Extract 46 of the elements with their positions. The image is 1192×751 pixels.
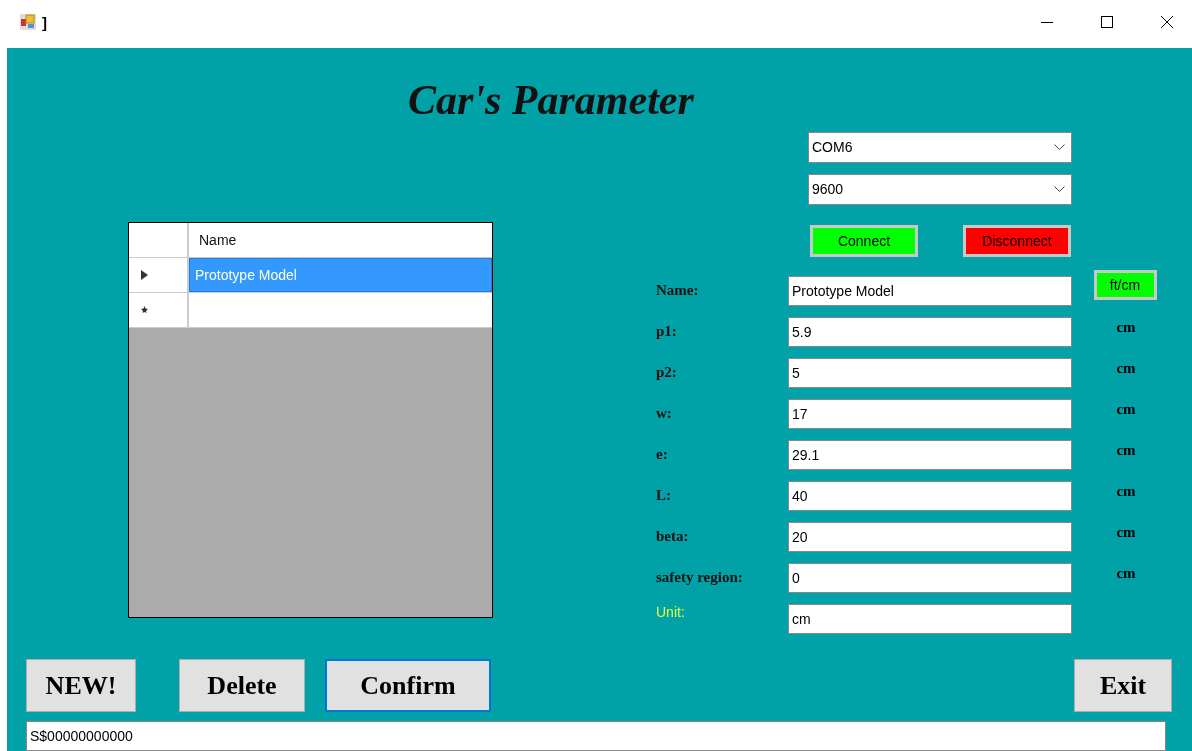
form-heading: Car's Parameter <box>408 75 694 124</box>
app-icon <box>20 14 36 30</box>
status-field[interactable]: S$00000000000 <box>26 721 1166 751</box>
field-label: p2: <box>656 364 678 382</box>
connect-button[interactable]: Connect <box>810 224 918 257</box>
field-label: Name: <box>656 282 700 300</box>
unit-label: cm <box>1116 401 1136 419</box>
chevron-down-icon <box>1054 186 1065 193</box>
text-field[interactable]: 20 <box>788 521 1072 552</box>
text-field[interactable]: Prototype Model <box>788 275 1072 306</box>
new-row-icon <box>141 306 148 314</box>
window-title: ] <box>42 13 47 31</box>
grid-cell[interactable] <box>189 292 492 327</box>
unit-label: cm <box>1116 442 1136 460</box>
text-field[interactable]: 5.9 <box>788 316 1072 347</box>
text-field[interactable]: 0 <box>788 562 1072 593</box>
unit-label: cm <box>1116 524 1136 542</box>
text-field[interactable]: 5 <box>788 357 1072 388</box>
unit-toggle-button[interactable]: ft/cm <box>1093 269 1157 300</box>
field-label: L: <box>656 487 672 505</box>
column-header: Name <box>189 222 492 257</box>
text-field[interactable]: 17 <box>788 398 1072 429</box>
disconnect-button[interactable]: Disconnect <box>963 224 1071 257</box>
field-label: beta: <box>656 528 690 546</box>
text-field[interactable]: 40 <box>788 480 1072 511</box>
unit-label: cm <box>1116 483 1136 501</box>
baud-dropdown[interactable]: 9600 <box>808 173 1072 205</box>
action-button[interactable]: Confirm <box>325 659 491 713</box>
maximize-icon[interactable] <box>1100 15 1114 29</box>
field-label: p1: <box>656 323 678 341</box>
row-pointer-icon <box>141 269 148 280</box>
unit-label: cm <box>1116 565 1136 583</box>
action-button[interactable]: Delete <box>179 659 305 713</box>
field-label: w: <box>656 405 673 423</box>
unit-label: cm <box>1116 360 1136 378</box>
close-icon[interactable] <box>1160 15 1174 29</box>
text-field[interactable]: 29.1 <box>788 439 1072 470</box>
field-label: e: <box>656 446 669 464</box>
exit-button[interactable]: Exit <box>1074 659 1172 713</box>
unit-label: cm <box>1116 319 1136 337</box>
action-button[interactable]: NEW! <box>26 659 136 713</box>
text-field[interactable]: cm <box>788 603 1072 634</box>
field-label: Unit: <box>656 603 686 620</box>
field-label: safety region: <box>656 569 744 587</box>
port-dropdown[interactable]: COM6 <box>808 131 1072 163</box>
chevron-down-icon <box>1054 144 1065 151</box>
